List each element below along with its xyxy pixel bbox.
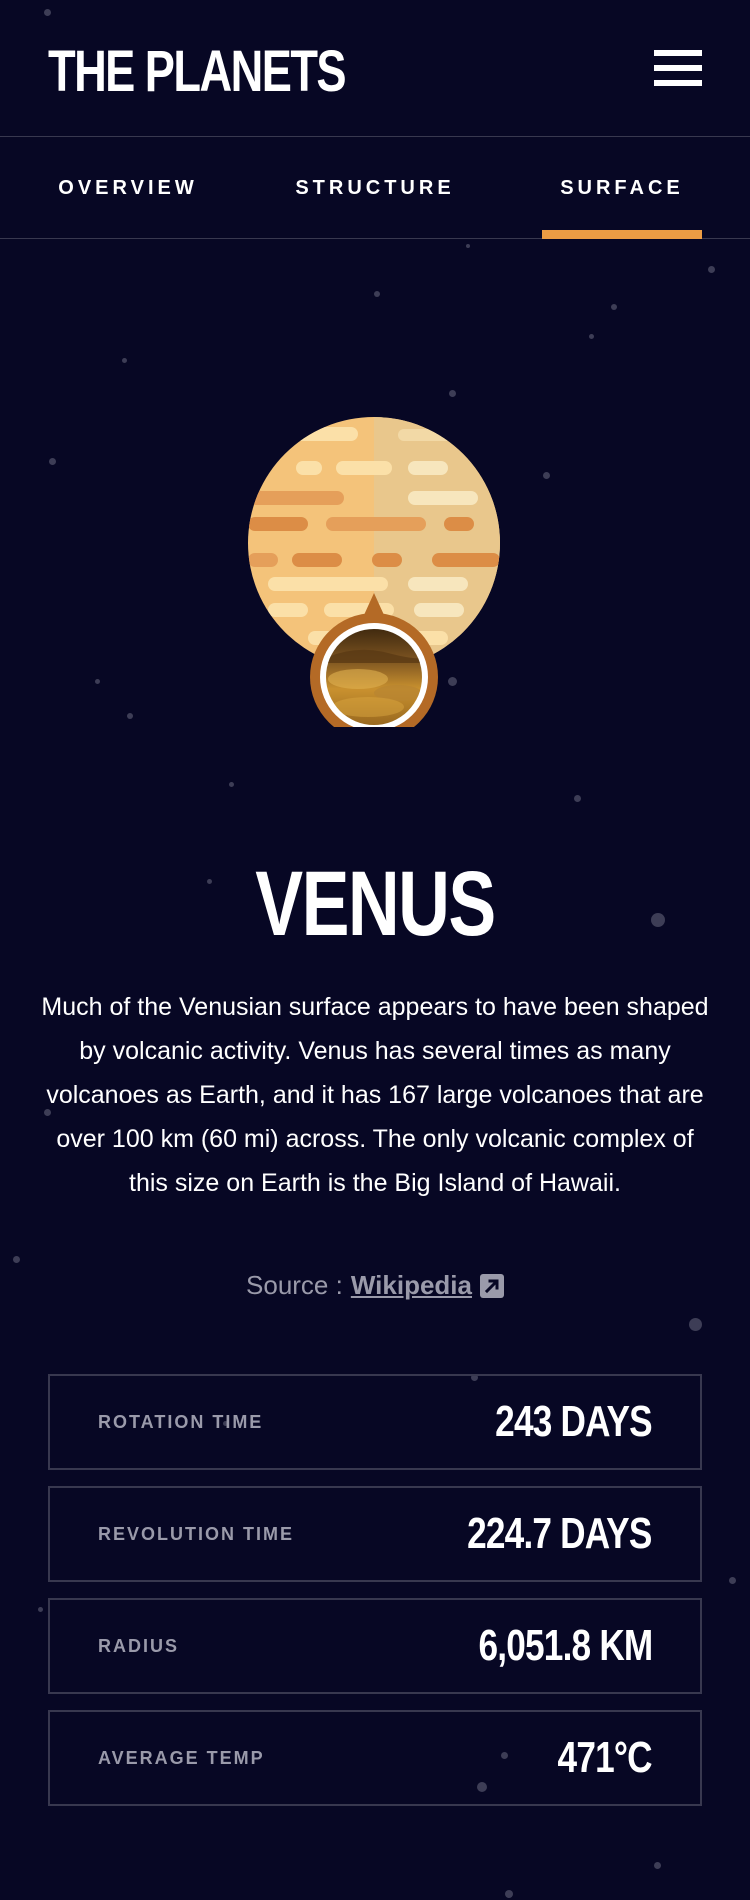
stat-value: 6,051.8 KM: [478, 1621, 653, 1670]
planet-description: Much of the Venusian surface appears to …: [41, 993, 709, 1197]
stat-value: 243 DAYS: [495, 1397, 652, 1446]
source-line: Source : Wikipedia: [0, 1270, 750, 1301]
source-link[interactable]: Wikipedia: [351, 1270, 472, 1301]
stat-radius: RADIUS 6,051.8 KM: [48, 1598, 702, 1694]
planet-name: VENUS: [255, 853, 496, 955]
tab-surface[interactable]: SURFACE: [542, 137, 702, 239]
stat-value: 224.7 DAYS: [467, 1509, 653, 1558]
hamburger-menu-icon[interactable]: [654, 50, 702, 86]
stat-label: ROTATION TIME: [98, 1411, 264, 1432]
stat-rotation-time: ROTATION TIME 243 DAYS: [48, 1374, 702, 1470]
venus-planet-graphic: [248, 417, 500, 741]
stat-value: 471°C: [557, 1733, 653, 1782]
active-tab-indicator: [542, 230, 702, 239]
tab-overview[interactable]: OVERVIEW: [48, 137, 208, 239]
stat-label: REVOLUTION TIME: [98, 1523, 294, 1544]
stat-label: AVERAGE TEMP: [98, 1747, 265, 1768]
source-prefix: Source :: [246, 1270, 343, 1300]
venus-planet-image: [248, 417, 500, 741]
stat-revolution-time: REVOLUTION TIME 224.7 DAYS: [48, 1486, 702, 1582]
stat-label: RADIUS: [98, 1635, 180, 1656]
app-header: THE PLANETS: [0, 0, 750, 137]
external-link-icon[interactable]: [479, 1273, 504, 1298]
app-title[interactable]: THE PLANETS: [48, 40, 347, 104]
planet-tabs: OVERVIEW STRUCTURE SURFACE: [0, 137, 750, 239]
tab-structure[interactable]: STRUCTURE: [290, 137, 460, 239]
stat-average-temp: AVERAGE TEMP 471°C: [48, 1710, 702, 1806]
